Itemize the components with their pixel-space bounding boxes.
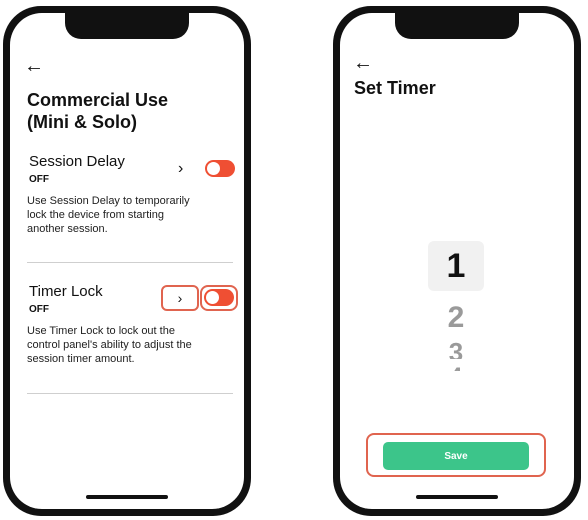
toggle-knob [206, 291, 219, 304]
timer-picker-selected[interactable]: 1 [428, 241, 484, 291]
home-indicator [416, 495, 498, 499]
phone-commercial-use: ← Commercial Use (Mini & Solo) Session D… [3, 6, 251, 516]
timer-lock-chevron-button[interactable]: › [161, 285, 199, 311]
timer-picker-item[interactable]: 3 [428, 337, 484, 359]
back-arrow-icon[interactable]: ← [24, 56, 44, 76]
timer-lock-label: Timer Lock [29, 283, 103, 300]
section-divider [27, 393, 233, 394]
session-delay-desc-line: lock the device from starting [27, 209, 164, 221]
timer-lock-description: Use Timer Lock to lock out the control p… [27, 324, 192, 366]
toggle-knob [207, 162, 220, 175]
session-delay-desc-line: another session. [27, 223, 108, 235]
session-delay-toggle[interactable] [205, 160, 235, 177]
page-title: Set Timer [354, 78, 436, 98]
page-title: Commercial Use (Mini & Solo) [27, 89, 168, 133]
timer-lock-status: OFF [29, 304, 49, 315]
timer-lock-toggle[interactable] [204, 289, 234, 306]
session-delay-description: Use Session Delay to temporarily lock th… [27, 194, 190, 236]
back-arrow-icon[interactable]: ← [353, 53, 373, 73]
timer-picker-item[interactable]: 4 [428, 363, 484, 371]
timer-lock-desc-line: Use Timer Lock to lock out the [27, 325, 175, 337]
commercial-use-screen: ← Commercial Use (Mini & Solo) Session D… [10, 13, 244, 509]
section-divider [27, 262, 233, 263]
save-button[interactable]: Save [383, 442, 529, 470]
session-delay-label: Session Delay [29, 153, 125, 170]
phone-notch [65, 13, 189, 39]
timer-lock-desc-line: session timer amount. [27, 353, 135, 365]
home-indicator [86, 495, 168, 499]
session-delay-desc-line: Use Session Delay to temporarily [27, 195, 190, 207]
session-delay-chevron-icon[interactable]: › [178, 161, 183, 177]
chevron-right-icon: › [177, 290, 183, 306]
session-delay-status: OFF [29, 174, 49, 185]
timer-lock-desc-line: control panel's ability to adjust the [27, 339, 192, 351]
page-title-line-2: (Mini & Solo) [27, 112, 137, 132]
timer-picker-item[interactable]: 2 [428, 301, 484, 335]
page-title-line-1: Commercial Use [27, 90, 169, 110]
phone-set-timer: ← Set Timer 1 2 3 4 Save [333, 6, 581, 516]
set-timer-screen: ← Set Timer 1 2 3 4 Save [340, 13, 574, 509]
phone-notch [395, 13, 519, 39]
